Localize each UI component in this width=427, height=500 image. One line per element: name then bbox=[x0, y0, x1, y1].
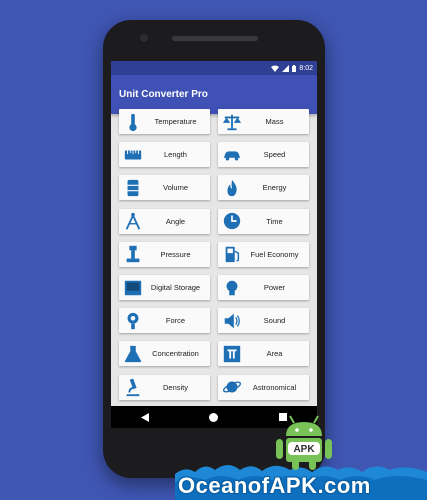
tile-label: Temperature bbox=[154, 117, 197, 126]
tile-label: Power bbox=[263, 283, 286, 292]
earpiece-speaker bbox=[172, 36, 258, 41]
tile-sound[interactable]: Sound bbox=[218, 308, 309, 334]
tile-label: Pressure bbox=[160, 249, 191, 259]
microscope-icon bbox=[122, 376, 144, 398]
tile-label: Energy bbox=[262, 183, 287, 193]
ruler-icon bbox=[122, 144, 144, 166]
pi-icon bbox=[221, 343, 243, 365]
scale-icon bbox=[221, 111, 243, 133]
speaker-icon bbox=[221, 310, 243, 332]
flame-icon bbox=[221, 177, 243, 199]
status-bar: 8:02 bbox=[111, 61, 317, 75]
home-button[interactable] bbox=[207, 410, 221, 424]
fuel-pump-icon bbox=[221, 243, 243, 265]
tile-label: Fuel Economy bbox=[250, 249, 299, 259]
status-time: 8:02 bbox=[299, 64, 313, 72]
tile-concentration[interactable]: Concentration bbox=[119, 341, 210, 367]
home-circle-icon bbox=[209, 412, 219, 422]
tile-label: Angle bbox=[165, 216, 186, 226]
tile-label: Density bbox=[162, 382, 188, 392]
tile-time[interactable]: Time bbox=[218, 208, 309, 234]
tile-area[interactable]: Area bbox=[218, 341, 309, 367]
tile-label: Volume bbox=[162, 183, 189, 193]
tile-angle[interactable]: Angle bbox=[119, 208, 210, 234]
tile-astronomical[interactable]: Astronomical bbox=[218, 374, 309, 400]
hard-drive-icon bbox=[122, 277, 144, 299]
signal-icon bbox=[282, 64, 290, 72]
tile-label: Digital Storage bbox=[150, 283, 201, 292]
back-button[interactable] bbox=[138, 410, 152, 424]
battery-icon bbox=[292, 64, 297, 72]
back-triangle-icon bbox=[141, 412, 150, 422]
apk-badge-text: APK bbox=[293, 444, 315, 455]
tile-digital-storage[interactable]: Digital Storage bbox=[119, 275, 210, 300]
tile-label: Astronomical bbox=[252, 382, 297, 392]
tile-fuel-economy[interactable]: Fuel Economy bbox=[218, 241, 309, 267]
tile-power[interactable]: Power bbox=[218, 275, 309, 300]
app-title: Unit Converter Pro bbox=[119, 89, 208, 100]
flask-icon bbox=[122, 343, 144, 365]
watermark-text: OceanofAPK.com bbox=[178, 473, 371, 498]
tile-label: Sound bbox=[263, 316, 286, 326]
tile-length[interactable]: Length bbox=[119, 142, 210, 168]
compass-icon bbox=[122, 210, 144, 232]
light-bulb-icon bbox=[221, 277, 243, 299]
tile-label: Length bbox=[164, 150, 187, 160]
tile-energy[interactable]: Energy bbox=[218, 175, 309, 201]
tile-force[interactable]: Force bbox=[119, 308, 210, 334]
tile-pressure[interactable]: Pressure bbox=[119, 241, 210, 267]
force-icon bbox=[122, 310, 144, 332]
front-camera bbox=[140, 34, 148, 42]
tile-speed[interactable]: Speed bbox=[218, 142, 309, 168]
thermometer-icon bbox=[122, 111, 144, 133]
barrel-icon bbox=[122, 177, 144, 199]
planet-icon bbox=[221, 376, 243, 398]
tile-label: Mass bbox=[265, 117, 284, 126]
category-grid: Temperature Mass Length Speed Volume Energy An… bbox=[111, 109, 317, 406]
tile-label: Time bbox=[266, 216, 283, 226]
tile-label: Speed bbox=[263, 150, 286, 160]
tile-mass[interactable]: Mass bbox=[218, 109, 309, 134]
tile-density[interactable]: Density bbox=[119, 374, 210, 400]
pressure-gauge-icon bbox=[122, 243, 144, 265]
tile-volume[interactable]: Volume bbox=[119, 175, 210, 201]
tile-label: Concentration bbox=[152, 349, 199, 359]
tile-label: Force bbox=[165, 316, 186, 326]
car-icon bbox=[221, 144, 243, 166]
android-apk-badge-icon: APK bbox=[276, 415, 332, 470]
clock-icon bbox=[221, 210, 243, 232]
tile-label: Area bbox=[266, 349, 283, 359]
tile-temperature[interactable]: Temperature bbox=[119, 109, 210, 134]
wifi-icon bbox=[271, 65, 280, 72]
